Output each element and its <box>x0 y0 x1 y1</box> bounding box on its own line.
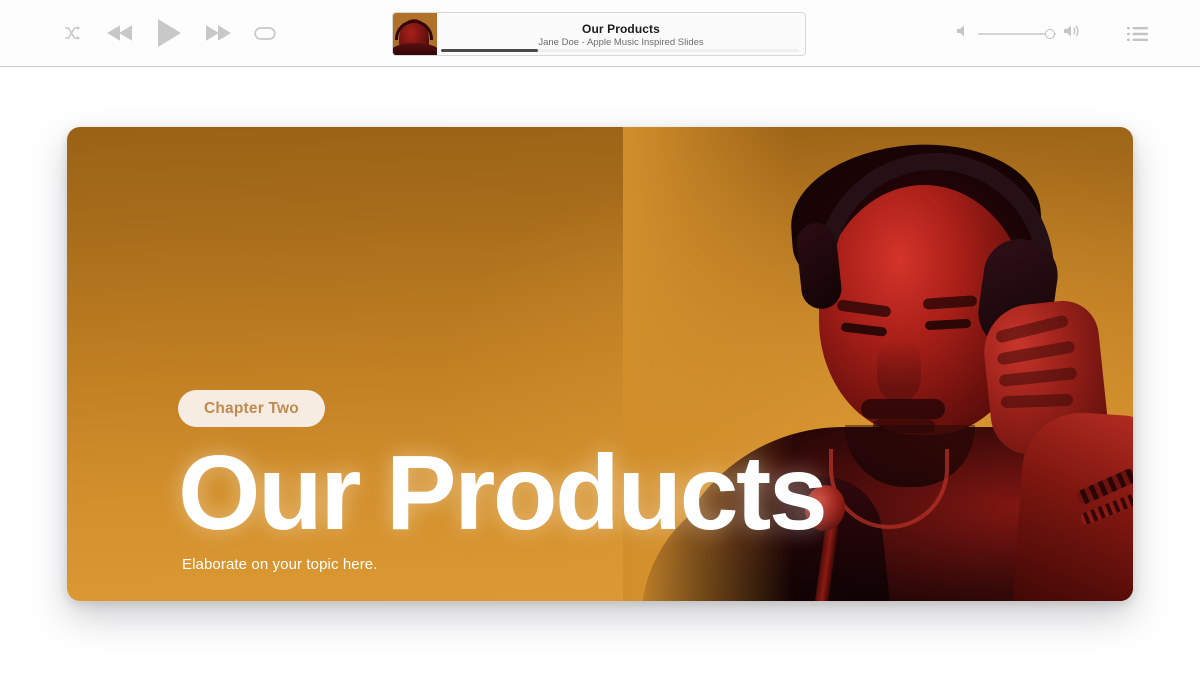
album-artwork <box>393 13 437 55</box>
itunes-presentation-window: Our Products Jane Doe - Apple Music Insp… <box>0 0 1200 675</box>
slide-title: Our Products <box>178 434 828 552</box>
repeat-button[interactable] <box>252 24 278 43</box>
now-playing-display[interactable]: Our Products Jane Doe - Apple Music Insp… <box>392 12 806 56</box>
shuffle-button[interactable] <box>62 23 86 43</box>
fast-forward-icon <box>204 23 232 43</box>
speaker-high-icon <box>1063 24 1081 43</box>
rewind-icon <box>106 23 134 43</box>
queue-list-button[interactable] <box>1125 24 1150 44</box>
volume-control[interactable] <box>956 24 1081 43</box>
speaker-low-icon <box>956 24 971 43</box>
previous-button[interactable] <box>104 21 136 45</box>
shuffle-icon <box>64 25 84 41</box>
track-title: Our Products <box>582 22 660 36</box>
slide-subtitle: Elaborate on your topic here. <box>182 556 378 573</box>
player-right-controls <box>956 0 1150 67</box>
playback-progress-bar[interactable] <box>441 49 799 52</box>
playlist-list-icon <box>1127 26 1148 42</box>
volume-slider-knob[interactable] <box>1044 28 1055 39</box>
player-toolbar: Our Products Jane Doe - Apple Music Insp… <box>0 0 1200 67</box>
volume-slider-track[interactable] <box>978 28 1056 39</box>
next-button[interactable] <box>202 21 234 45</box>
repeat-icon <box>254 26 276 41</box>
play-button[interactable] <box>154 16 184 50</box>
track-subtitle: Jane Doe - Apple Music Inspired Slides <box>538 37 704 48</box>
chapter-badge: Chapter Two <box>178 390 325 427</box>
now-playing-text: Our Products Jane Doe - Apple Music Insp… <box>437 13 805 55</box>
presentation-slide[interactable]: Chapter Two Our Products Elaborate on yo… <box>67 127 1133 601</box>
transport-controls <box>62 16 278 50</box>
play-icon <box>156 18 182 48</box>
